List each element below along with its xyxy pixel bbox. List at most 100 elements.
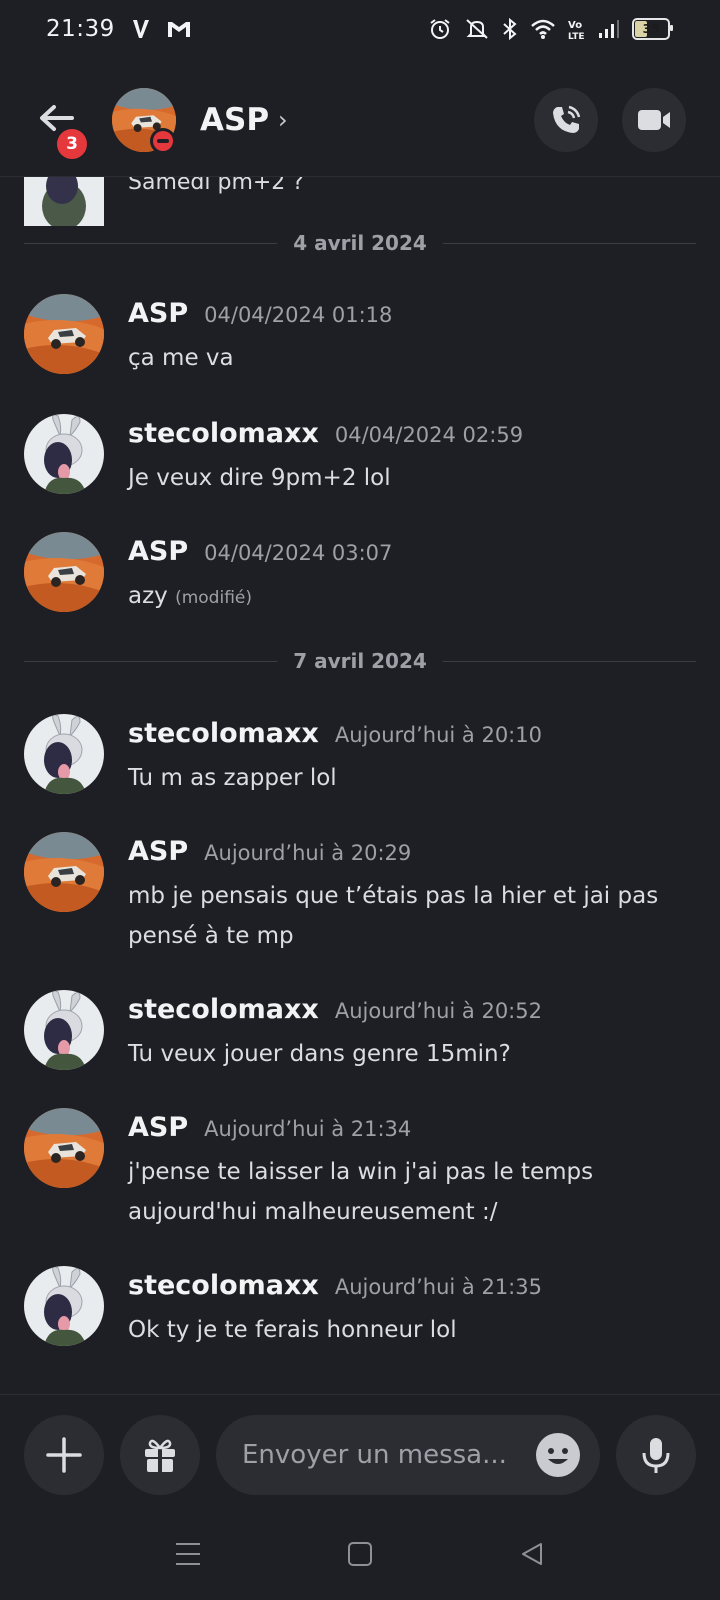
gift-icon: [145, 1439, 175, 1472]
partial-message-text: Samedi pm+2 ?: [128, 176, 304, 195]
message-author[interactable]: ASP: [128, 1112, 188, 1143]
message-timestamp: 04/04/2024 03:07: [204, 541, 393, 565]
avatar[interactable]: [24, 990, 104, 1070]
volte-icon: VoLTE: [568, 20, 585, 40]
message-line: azy: [128, 583, 168, 609]
dm-header: 3 ASP ›: [0, 66, 720, 177]
message-author[interactable]: stecolomaxx: [128, 718, 319, 749]
desert-car-avatar: [24, 294, 104, 374]
status-time: 21:39: [46, 16, 115, 42]
avatar[interactable]: [24, 414, 104, 494]
bunny-ears-avatar: [24, 176, 104, 230]
mute-icon: [466, 19, 488, 39]
date-divider-label: 7 avril 2024: [293, 649, 427, 673]
square-icon: [348, 1542, 372, 1566]
message-line: aujourd'hui malheureusement :/: [128, 1199, 498, 1225]
status-bar: 21:39 Vo LTE 35: [0, 0, 720, 66]
message-line: Tu veux jouer dans genre 15min?: [128, 1041, 511, 1067]
avatar[interactable]: [24, 714, 104, 794]
bunny-ears-avatar: [24, 714, 104, 794]
message-line: Je veux dire 9pm+2 lol: [128, 465, 391, 491]
voice-call-button[interactable]: [534, 88, 598, 152]
message-text: Tu m as zapper lol: [128, 758, 688, 798]
status-system-icons: Vo LTE 35: [428, 17, 673, 41]
message-composer: [0, 1394, 720, 1505]
battery-level: 35: [642, 22, 660, 36]
message-line: pensé à te mp: [128, 923, 294, 949]
message-text: azy (modifié): [128, 576, 688, 618]
message-timestamp: 04/04/2024 02:59: [334, 423, 524, 447]
message-text: Ok ty je te ferais honneur lol: [128, 1310, 688, 1350]
avatar[interactable]: [24, 1266, 104, 1346]
wifi-icon: [531, 19, 555, 39]
chevron-right-icon[interactable]: ›: [278, 106, 288, 134]
v-app-icon: [133, 20, 149, 38]
date-divider: 4 avril 2024: [24, 228, 696, 258]
avatar[interactable]: [24, 532, 104, 612]
message-author[interactable]: stecolomaxx: [128, 418, 319, 449]
message-line: j'pense te laisser la win j'ai pas le te…: [128, 1159, 594, 1185]
unread-badge: 3: [54, 126, 90, 162]
message-author[interactable]: stecolomaxx: [128, 1270, 319, 1301]
message-text: Tu veux jouer dans genre 15min?: [128, 1034, 688, 1074]
message-author[interactable]: ASP: [128, 836, 188, 867]
header-title[interactable]: ASP: [200, 102, 269, 138]
svg-text:LTE: LTE: [568, 32, 585, 40]
dnd-status-icon: [150, 128, 176, 154]
emoji-button[interactable]: [536, 1433, 580, 1477]
system-nav-bar: [0, 1504, 720, 1600]
avatar[interactable]: [24, 832, 104, 912]
plus-icon: [46, 1437, 82, 1473]
bluetooth-icon: [503, 17, 517, 41]
gift-button[interactable]: [120, 1415, 200, 1495]
message-list[interactable]: Samedi pm+2 ? 4 avril 2024 ASP 04/04/2024…: [0, 176, 720, 1394]
message-text: mb je pensais que t’étais pas la hier et…: [128, 876, 688, 956]
battery-icon: 35: [632, 18, 673, 40]
message-author[interactable]: ASP: [128, 298, 188, 329]
video-camera-icon: [638, 110, 670, 130]
message-timestamp: Aujourd’hui à 21:34: [204, 1117, 412, 1141]
attach-button[interactable]: [24, 1415, 104, 1495]
message-input-field[interactable]: [216, 1415, 600, 1495]
desert-car-avatar: [24, 532, 104, 612]
message-line: ça me va: [128, 345, 234, 371]
avatar[interactable]: [24, 294, 104, 374]
message-author[interactable]: ASP: [128, 536, 188, 567]
gmail-icon: [168, 22, 190, 37]
menu-lines-icon: [176, 1543, 200, 1565]
message-text: j'pense te laisser la win j'ai pas le te…: [128, 1152, 688, 1232]
signal-icon: [599, 20, 619, 38]
bunny-ears-avatar: [24, 414, 104, 494]
avatar[interactable]: [24, 176, 104, 230]
message-input[interactable]: [242, 1415, 522, 1495]
date-divider-label: 4 avril 2024: [293, 231, 427, 255]
bunny-ears-avatar: [24, 990, 104, 1070]
message-timestamp: Aujourd’hui à 20:10: [334, 723, 542, 747]
message-timestamp: 04/04/2024 01:18: [204, 303, 393, 327]
back-nav-button[interactable]: [512, 1534, 552, 1574]
edited-label: (modifié): [175, 588, 253, 608]
smiley-icon: [548, 1448, 568, 1464]
bunny-ears-avatar: [24, 1266, 104, 1346]
triangle-back-icon: [522, 1543, 542, 1565]
alarm-icon: [430, 19, 450, 39]
message-text: Je veux dire 9pm+2 lol: [128, 458, 688, 498]
message-text: ça me va: [128, 338, 688, 378]
svg-text:Vo: Vo: [568, 20, 582, 31]
message-line: Ok ty je te ferais honneur lol: [128, 1317, 457, 1343]
date-divider: 7 avril 2024: [24, 646, 696, 676]
voice-message-button[interactable]: [616, 1415, 696, 1495]
message-timestamp: Aujourd’hui à 21:35: [334, 1275, 542, 1299]
message-timestamp: Aujourd’hui à 20:29: [204, 841, 412, 865]
microphone-icon: [642, 1438, 670, 1473]
recent-apps-button[interactable]: [168, 1534, 208, 1574]
message-timestamp: Aujourd’hui à 20:52: [334, 999, 542, 1023]
status-app-icons: [130, 18, 192, 40]
video-call-button[interactable]: [622, 88, 686, 152]
home-button[interactable]: [340, 1534, 380, 1574]
message-author[interactable]: stecolomaxx: [128, 994, 319, 1025]
phone-call-icon: [553, 105, 581, 133]
avatar[interactable]: [24, 1108, 104, 1188]
desert-car-avatar: [24, 1108, 104, 1188]
message-line: Tu m as zapper lol: [128, 765, 337, 791]
